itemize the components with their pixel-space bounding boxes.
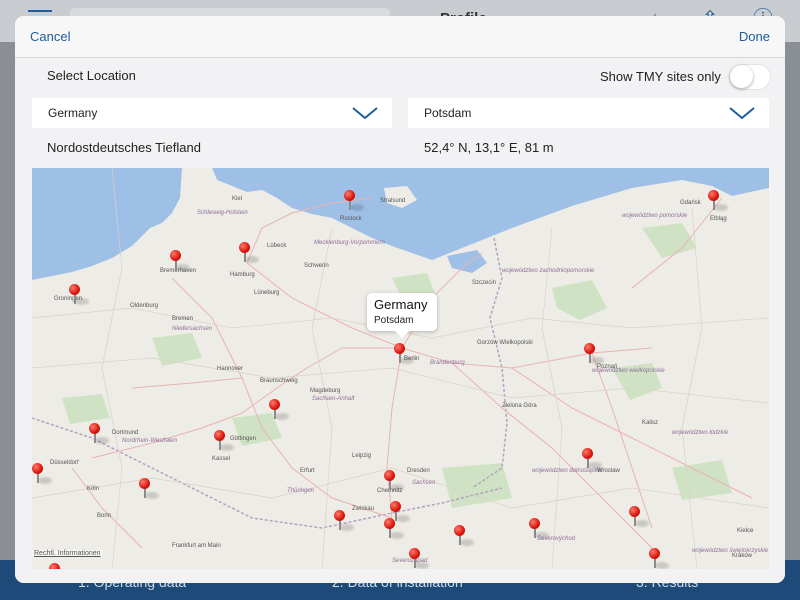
toggle-knob: [730, 65, 753, 88]
modal-navbar: Cancel Done: [15, 16, 785, 58]
city-label-bonn: Bonn: [97, 513, 112, 519]
city-label-szczecin: Szczecin: [472, 280, 497, 286]
city-label-luebeck: Lübeck: [267, 243, 287, 249]
region-label-nrw: Nordrhein-Westfalen: [122, 438, 177, 444]
site-pin[interactable]: [384, 518, 404, 540]
city-label-braunschweig: Braunschweig: [260, 378, 298, 384]
city-label-gdansk: Gdańsk: [680, 200, 701, 206]
city-label-leipzig: Leipzig: [352, 453, 372, 459]
city-label-kielce: Kielce: [737, 528, 754, 534]
modal-content: Select Location Show TMY sites only Germ…: [15, 58, 785, 583]
city-label-frankfurt: Frankfurt am Main: [172, 543, 221, 549]
city-label-lueneburg: Lüneburg: [254, 290, 280, 296]
cancel-button[interactable]: Cancel: [30, 29, 70, 44]
country-value: Germany: [48, 106, 98, 120]
site-pin[interactable]: [708, 190, 728, 212]
location-callout[interactable]: Germany Potsdam: [367, 293, 437, 338]
region-label-thueringen: Thüringen: [287, 488, 315, 494]
location-map[interactable]: Schleswig-Holstein Mecklenburg-Vorpommer…: [32, 168, 769, 569]
city-label-kalisz: Kalisz: [642, 420, 659, 426]
region-label-sachsen: Sachsen: [412, 480, 436, 486]
city-label-dresden: Dresden: [407, 468, 430, 474]
site-pin[interactable]: [69, 284, 89, 306]
site-pin[interactable]: [89, 423, 109, 445]
site-pin[interactable]: [214, 430, 234, 452]
callout-title: Germany: [374, 297, 428, 312]
region-label-schleswig-holstein: Schleswig-Holstein: [197, 210, 248, 216]
site-pin[interactable]: [649, 548, 669, 569]
city-label-hannover: Hannover: [217, 366, 244, 372]
site-pin[interactable]: [454, 525, 474, 547]
selected-site-pin[interactable]: [394, 343, 414, 365]
city-label-magdeburg: Magdeburg: [310, 388, 341, 394]
city-label-poznan: Poznań: [597, 364, 618, 370]
site-pin[interactable]: [582, 448, 602, 470]
coordinates-label: 52,4° N, 13,1° E, 81 m: [424, 140, 554, 155]
site-pin[interactable]: [629, 506, 649, 528]
tmy-toggle-label: Show TMY sites only: [600, 69, 721, 84]
tmy-toggle[interactable]: [729, 64, 771, 90]
site-pin[interactable]: [344, 190, 364, 212]
city-label-oldenburg: Oldenburg: [130, 303, 159, 309]
chevron-down-icon: [352, 107, 378, 120]
region-label-brandenburg: Brandenburg: [430, 360, 465, 366]
site-pin[interactable]: [529, 518, 549, 540]
city-label-stralsund: Stralsund: [380, 198, 406, 204]
site-pin[interactable]: [409, 548, 429, 569]
legal-info-link[interactable]: Rechtl. Informationen: [32, 550, 103, 557]
site-pin[interactable]: [170, 250, 190, 272]
site-pin[interactable]: [384, 470, 404, 492]
city-dropdown[interactable]: Potsdam: [408, 98, 769, 128]
site-pin[interactable]: [32, 463, 52, 485]
city-label-koeln: Köln: [87, 486, 100, 492]
region-label-mecklenburg: Mecklenburg-Vorpommern: [314, 240, 385, 246]
city-label-hamburg: Hamburg: [230, 272, 255, 278]
city-label-gorzow: Gorzów Wielkopolski: [477, 340, 533, 346]
city-label-dortmund: Dortmund: [112, 430, 139, 436]
city-label-bremen: Bremen: [172, 316, 194, 322]
city-label-kassel: Kassel: [212, 456, 231, 462]
region-label: Nordostdeutsches Tiefland: [47, 140, 201, 155]
select-location-label: Select Location: [47, 68, 136, 83]
city-label-zwickau: Zwickau: [352, 506, 375, 512]
city-label-rostock: Rostock: [340, 216, 362, 222]
site-pin[interactable]: [334, 510, 354, 532]
site-pin[interactable]: [139, 478, 159, 500]
done-button[interactable]: Done: [739, 29, 770, 44]
city-label-elblag: Elbląg: [710, 216, 727, 222]
country-dropdown[interactable]: Germany: [32, 98, 392, 128]
site-pin[interactable]: [49, 563, 61, 569]
city-label-krakow: Kraków: [732, 553, 753, 559]
city-label-schwerin: Schwerin: [304, 263, 329, 269]
site-pin[interactable]: [584, 343, 604, 365]
region-label-pomorskie: województwo pomorskie: [622, 213, 688, 219]
region-label-lodzkie: województwo łódzkie: [672, 430, 729, 436]
callout-subtitle: Potsdam: [374, 315, 414, 326]
site-pin[interactable]: [239, 242, 259, 264]
location-modal: Cancel Done Select Location Show TMY sit…: [15, 16, 785, 583]
city-label-duesseldorf: Düsseldorf: [50, 460, 79, 466]
city-label-erfurt: Erfurt: [300, 468, 315, 474]
city-label-goettingen: Göttingen: [230, 436, 257, 442]
region-label-niedersachsen: Niedersachsen: [172, 326, 213, 332]
city-label-wroclaw: Wrocław: [597, 468, 620, 474]
chevron-down-icon: [729, 107, 755, 120]
city-value: Potsdam: [424, 106, 472, 120]
region-label-swietokrzyskie: województwo świętokrzyskie: [692, 548, 769, 554]
city-label-zielona-gora: Zielona Góra: [502, 403, 537, 409]
region-label-sachsen-anhalt: Sachsen-Anhalt: [312, 396, 355, 402]
site-pin[interactable]: [269, 399, 289, 421]
region-label-zachodniopomorskie: województwo zachodniopomorskie: [502, 268, 595, 274]
city-label-kiel: Kiel: [232, 196, 243, 202]
